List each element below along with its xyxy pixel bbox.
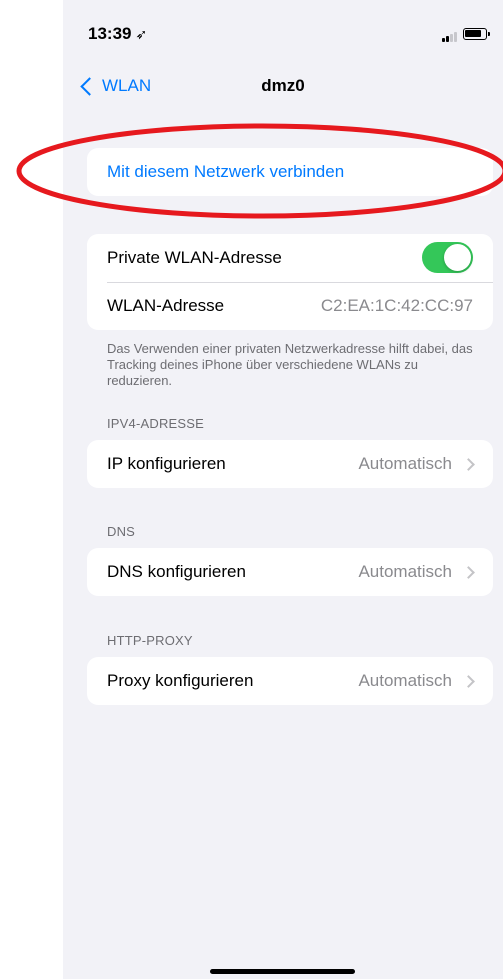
dns-section-header: DNS [107,524,136,539]
chevron-right-icon [462,674,475,688]
settings-screen: 13:39 ➶ WLAN dmz0 Mit diesem Netzwerk ver… [63,0,503,979]
configure-ip-label: IP konfigurieren [107,454,226,473]
proxy-group: Proxy konfigurieren Automatisch [87,657,493,705]
privacy-footnote: Das Verwenden einer privaten Netzwerkadr… [107,341,473,388]
configure-ip-value: Automatisch [358,454,475,474]
time-text: 13:39 [88,24,132,43]
private-address-row: Private WLAN-Adresse [87,234,493,282]
configure-proxy-row[interactable]: Proxy konfigurieren Automatisch [87,657,493,705]
privacy-group: Private WLAN-Adresse WLAN-Adresse C2:EA:… [87,234,493,330]
connect-group: Mit diesem Netzwerk verbinden [87,148,493,196]
wlan-address-row: WLAN-Adresse C2:EA:1C:42:CC:97 [87,282,493,330]
navigation-bar: WLAN dmz0 [63,64,503,112]
private-address-toggle[interactable] [422,242,473,273]
battery-icon [463,28,490,40]
cellular-signal-icon [442,32,458,42]
proxy-section-header: HTTP-PROXY [107,633,193,648]
configure-ip-row[interactable]: IP konfigurieren Automatisch [87,440,493,488]
configure-proxy-label: Proxy konfigurieren [107,671,254,690]
configure-dns-row[interactable]: DNS konfigurieren Automatisch [87,548,493,596]
location-arrow-icon: ➶ [135,26,148,42]
configure-dns-label: DNS konfigurieren [107,562,246,581]
dns-group: DNS konfigurieren Automatisch [87,548,493,596]
connect-network-button[interactable]: Mit diesem Netzwerk verbinden [87,148,493,196]
wlan-address-label: WLAN-Adresse [107,296,225,315]
connect-label: Mit diesem Netzwerk verbinden [107,162,345,181]
ipv4-group: IP konfigurieren Automatisch [87,440,493,488]
status-time: 13:39 ➶ [88,24,147,44]
private-address-label: Private WLAN-Adresse [107,248,282,267]
status-bar: 13:39 ➶ [63,0,503,64]
configure-dns-value: Automatisch [358,562,475,582]
chevron-right-icon [462,457,475,471]
page-title: dmz0 [261,76,305,95]
wlan-address-value: C2:EA:1C:42:CC:97 [320,296,473,315]
home-indicator [210,969,355,974]
ipv4-section-header: IPV4-ADRESSE [107,416,205,431]
chevron-right-icon [462,565,475,579]
configure-proxy-value: Automatisch [358,671,475,691]
